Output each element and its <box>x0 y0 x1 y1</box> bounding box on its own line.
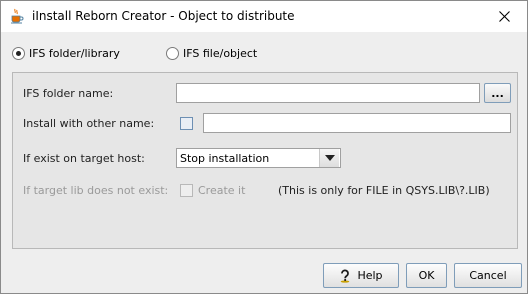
exist-action-select[interactable]: Stop installation <box>176 148 341 168</box>
java-coffee-cup-icon <box>9 8 25 24</box>
help-question-icon <box>339 269 351 283</box>
radio-ifs-file[interactable]: IFS file/object <box>166 45 257 61</box>
help-button[interactable]: Help <box>323 263 399 288</box>
qsys-note: (This is only for FILE in QSYS.LIB\?.LIB… <box>278 184 490 197</box>
other-name-input[interactable] <box>203 113 511 133</box>
folder-name-label: IFS folder name: <box>23 87 114 100</box>
close-icon <box>498 11 510 22</box>
window-title: iInstall Reborn Creator - Object to dist… <box>32 9 295 23</box>
exist-action-value: Stop installation <box>180 151 270 165</box>
chevron-down-icon[interactable] <box>319 149 339 167</box>
other-name-label: Install with other name: <box>23 117 155 130</box>
cancel-label: Cancel <box>469 269 507 282</box>
radio-label-ifs-folder: IFS folder/library <box>29 46 120 60</box>
folder-name-input[interactable] <box>176 83 480 103</box>
target-lib-label: If target lib does not exist: <box>23 184 169 197</box>
options-panel: IFS folder name: ... Install with other … <box>12 72 518 249</box>
create-it-label: Create it <box>198 184 246 197</box>
radio-button-unselected[interactable] <box>166 46 179 60</box>
browse-label: ... <box>491 86 504 100</box>
help-label: Help <box>357 269 383 282</box>
radio-button-selected[interactable] <box>12 46 25 60</box>
ok-button[interactable]: OK <box>406 263 447 288</box>
exist-label: If exist on target host: <box>23 152 145 165</box>
radio-ifs-folder[interactable]: IFS folder/library <box>12 45 120 61</box>
radio-label-ifs-file: IFS file/object <box>183 46 258 60</box>
close-button[interactable] <box>481 1 527 32</box>
cancel-button[interactable]: Cancel <box>454 263 522 288</box>
title-bar: iInstall Reborn Creator - Object to dist… <box>1 1 527 32</box>
create-it-checkbox[interactable] <box>180 184 193 197</box>
ok-label: OK <box>418 269 435 282</box>
other-name-checkbox[interactable] <box>180 117 193 130</box>
dialog-window: iInstall Reborn Creator - Object to dist… <box>0 0 528 294</box>
browse-button[interactable]: ... <box>484 83 511 103</box>
